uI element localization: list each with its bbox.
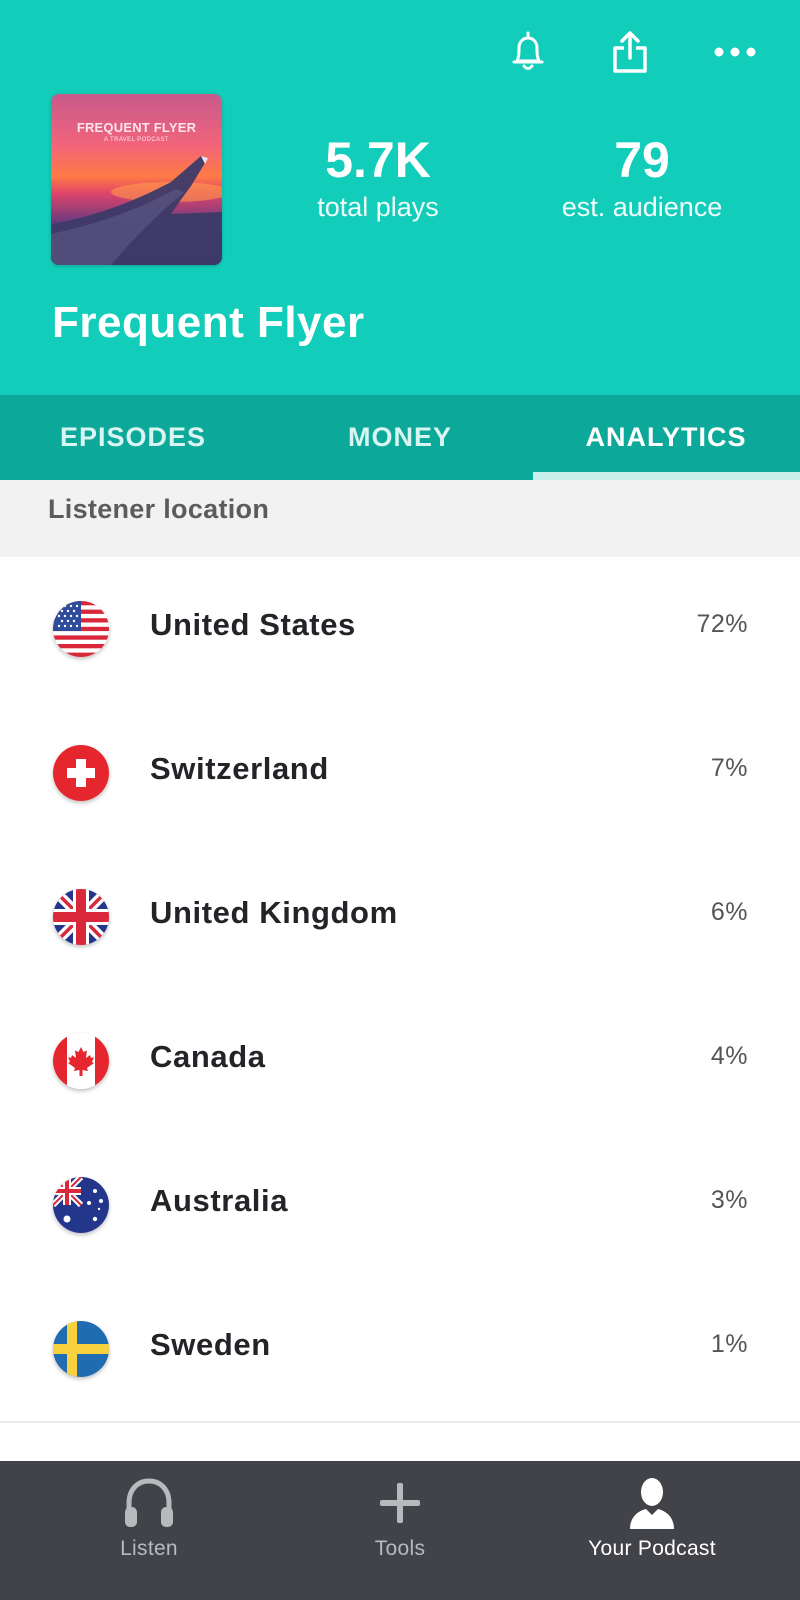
- cover-subtitle: A TRAVEL PODCAST: [104, 137, 169, 143]
- country-name: United States: [150, 607, 356, 642]
- stat-value: 5.7K: [325, 132, 431, 188]
- canada-flag-icon: [53, 1033, 109, 1089]
- stat-label: est. audience: [561, 192, 723, 222]
- cover-title: FREQUENT FLYER: [76, 120, 197, 135]
- tab-bar: EPISODES MONEY ANALYTICS: [0, 395, 800, 480]
- podcast-header: FREQUENT FLYER A TRAVEL PODCAST 5.7K tot…: [0, 0, 800, 395]
- switzerland-flag-icon: [53, 745, 109, 801]
- sweden-flag-icon: [53, 1321, 109, 1377]
- stat-est-audience: 79 est. audience: [532, 130, 752, 224]
- share-icon[interactable]: [608, 28, 652, 76]
- active-tab-indicator: [533, 472, 800, 480]
- country-percent: 3%: [710, 1186, 748, 1214]
- country-percent: 7%: [710, 754, 748, 782]
- nav-label: Your Podcast: [588, 1537, 716, 1560]
- bell-icon[interactable]: [506, 28, 550, 76]
- stat-label: total plays: [317, 192, 439, 222]
- tab-episodes[interactable]: EPISODES: [0, 395, 266, 480]
- country-percent: 6%: [710, 898, 748, 926]
- stat-value: 79: [614, 132, 670, 188]
- country-name: Switzerland: [150, 751, 329, 786]
- australia-flag-icon: [53, 1177, 109, 1233]
- podcast-title: Frequent Flyer: [52, 298, 365, 347]
- bottom-navigation: Listen Tools Your Podcast: [0, 1461, 800, 1600]
- country-percent: 72%: [696, 610, 748, 638]
- plus-icon: [376, 1471, 424, 1535]
- uk-flag-icon: [53, 889, 109, 945]
- tab-analytics[interactable]: ANALYTICS: [533, 395, 799, 480]
- country-name: Australia: [150, 1183, 289, 1218]
- country-name: United Kingdom: [150, 895, 398, 930]
- headphones-icon: [121, 1471, 177, 1535]
- location-row-switzerland: Switzerland 7%: [0, 701, 800, 847]
- country-percent: 1%: [710, 1330, 748, 1358]
- person-icon: [628, 1471, 676, 1535]
- nav-label: Tools: [374, 1537, 426, 1560]
- location-row-canada: Canada 4%: [0, 989, 800, 1135]
- tab-money[interactable]: MONEY: [267, 395, 533, 480]
- stat-total-plays: 5.7K total plays: [268, 130, 488, 224]
- us-flag-icon: [53, 601, 109, 657]
- nav-listen[interactable]: Listen: [16, 1461, 282, 1600]
- location-row-united-kingdom: United Kingdom 6%: [0, 845, 800, 991]
- nav-tools[interactable]: Tools: [267, 1461, 533, 1600]
- more-icon[interactable]: [712, 28, 758, 76]
- nav-your-podcast[interactable]: Your Podcast: [519, 1461, 785, 1600]
- podcast-cover-art: FREQUENT FLYER A TRAVEL PODCAST: [51, 94, 222, 265]
- section-title: Listener location: [48, 494, 270, 524]
- location-row-united-states: United States 72%: [0, 557, 800, 703]
- nav-label: Listen: [120, 1537, 178, 1560]
- country-name: Canada: [150, 1039, 266, 1074]
- location-row-sweden: Sweden 1%: [0, 1277, 800, 1423]
- country-percent: 4%: [710, 1042, 748, 1070]
- location-row-australia: Australia 3%: [0, 1133, 800, 1279]
- country-name: Sweden: [150, 1327, 271, 1362]
